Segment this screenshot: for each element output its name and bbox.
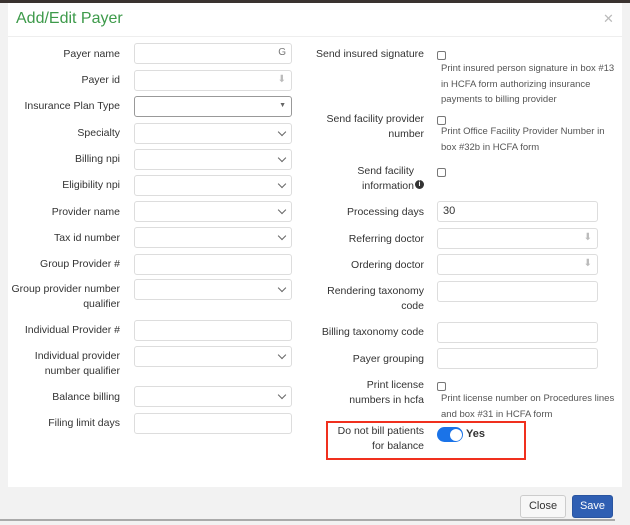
send-facility-provider-number-label: Send facility provider number <box>326 113 424 140</box>
payer-grouping-label: Payer grouping <box>352 353 424 365</box>
rendering-taxonomy-code-label: Rendering taxonomy code <box>327 285 424 312</box>
eligibility-npi-select[interactable] <box>134 175 292 196</box>
tax-id-number-label: Tax id number <box>54 232 120 244</box>
balance-billing-label: Balance billing <box>52 391 120 403</box>
group-provider-label: Group Provider # <box>40 258 120 270</box>
caret-down-icon: ▼ <box>279 102 286 109</box>
billing-taxonomy-code-input[interactable] <box>437 322 598 343</box>
modal-title: Add/Edit Payer <box>16 10 123 27</box>
billing-taxonomy-code-label: Billing taxonomy code <box>321 326 424 338</box>
payer-id-label: Payer id <box>81 74 120 86</box>
insurance-plan-type-label: Insurance Plan Type <box>24 100 120 112</box>
referring-doctor-input[interactable]: ⬇ <box>437 228 598 249</box>
close-button[interactable]: Close <box>520 495 566 518</box>
processing-days-input[interactable]: 30 <box>437 201 598 222</box>
info-icon[interactable]: i <box>415 180 424 189</box>
balance-billing-select[interactable] <box>134 386 292 407</box>
individual-provider-input[interactable] <box>134 320 292 341</box>
print-license-numbers-help: Print license number on Procedures lines… <box>441 393 615 420</box>
toggle-knob <box>449 428 462 441</box>
individual-provider-qualifier-label: Individual provider number qualifier <box>34 350 120 377</box>
close-icon[interactable]: ✕ <box>603 11 614 27</box>
processing-days-label: Processing days <box>346 206 424 218</box>
rendering-taxonomy-code-input[interactable] <box>437 281 598 302</box>
arrow-down-icon: ⬇ <box>583 232 592 243</box>
tax-id-number-select[interactable] <box>134 227 292 248</box>
do-not-bill-label: Do not bill patients for balance <box>337 425 424 452</box>
provider-name-select[interactable] <box>134 201 292 222</box>
send-facility-information-text: Send facility information <box>357 165 414 192</box>
individual-provider-qualifier-select[interactable] <box>134 346 292 367</box>
do-not-bill-toggle[interactable] <box>437 427 463 442</box>
specialty-select[interactable] <box>134 123 292 144</box>
group-provider-qualifier-label: Group provider number qualifier <box>11 283 120 310</box>
group-provider-input[interactable] <box>134 254 292 275</box>
payer-id-input[interactable]: ⬇ <box>134 70 292 91</box>
payer-name-label: Payer name <box>63 48 120 60</box>
save-button[interactable]: Save <box>572 495 613 518</box>
eligibility-npi-label: Eligibility npi <box>62 179 120 191</box>
do-not-bill-value: Yes <box>466 428 485 440</box>
ordering-doctor-input[interactable]: ⬇ <box>437 254 598 275</box>
individual-provider-label: Individual Provider # <box>24 324 120 336</box>
provider-name-label: Provider name <box>51 206 120 218</box>
referring-doctor-label: Referring doctor <box>348 233 424 245</box>
autofill-icon: G <box>278 47 286 58</box>
payer-grouping-input[interactable] <box>437 348 598 369</box>
send-facility-information-label: Send facility information <box>334 164 414 194</box>
arrow-down-icon: ⬇ <box>277 74 286 85</box>
billing-npi-select[interactable] <box>134 149 292 170</box>
specialty-label: Specialty <box>77 127 120 139</box>
print-license-numbers-checkbox[interactable] <box>437 382 446 391</box>
filing-limit-days-label: Filing limit days <box>48 417 120 429</box>
footer-border <box>0 519 615 521</box>
header-divider <box>8 36 622 37</box>
insurance-plan-type-select[interactable]: ▼ <box>134 96 292 117</box>
group-provider-qualifier-select[interactable] <box>134 279 292 300</box>
send-facility-information-checkbox[interactable] <box>437 168 446 177</box>
payer-name-input[interactable]: G <box>134 43 292 64</box>
send-insured-signature-label: Send insured signature <box>316 48 424 60</box>
ordering-doctor-label: Ordering doctor <box>351 259 424 271</box>
print-license-numbers-label: Print license numbers in hcfa <box>349 379 424 406</box>
arrow-down-icon: ⬇ <box>583 258 592 269</box>
send-insured-signature-help: Print insured person signature in box #1… <box>441 63 615 105</box>
send-insured-signature-checkbox[interactable] <box>437 51 446 60</box>
send-facility-provider-number-help: Print Office Facility Provider Number in… <box>441 126 605 153</box>
filing-limit-days-input[interactable] <box>134 413 292 434</box>
billing-npi-label: Billing npi <box>75 153 120 165</box>
